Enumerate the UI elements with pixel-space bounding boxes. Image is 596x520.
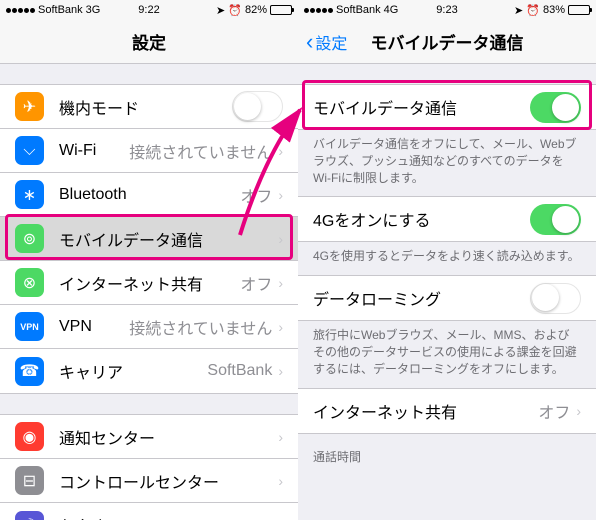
cellular-icon: ⊚ [15,224,44,253]
bluetooth-icon: ∗ [15,180,44,209]
airplane-icon: ✈ [15,92,44,121]
chevron-right-icon: › [278,187,283,203]
carrier-label: SoftBank [336,4,381,16]
time-label: 9:23 [436,4,457,16]
cellular-toggle[interactable] [530,92,581,123]
section-footer: 旅行中にWebブラウズ、メール、MMS、およびその他のデータサービスの使用による… [298,321,596,387]
row-label: 機内モード [59,95,232,119]
row-label: モバイルデータ通信 [313,95,530,119]
time-label: 9:22 [138,4,159,16]
network-label: 4G [384,4,399,16]
back-label: 設定 [315,30,347,54]
row-detail: オフ [240,271,272,295]
chevron-right-icon: › [278,275,283,291]
chevron-back-icon: ‹ [306,29,313,55]
row-detail: オフ [240,183,272,207]
carrier-label: SoftBank [38,4,83,16]
battery-pct: 83% [543,4,565,16]
battery-pct: 82% [245,4,267,16]
chevron-right-icon: › [576,403,581,419]
row-label: インターネット共有 [59,271,240,295]
page-title: 設定 [132,29,166,54]
roaming-row[interactable]: データローミング [298,276,596,320]
settings-row[interactable]: ◉ 通知センター › [0,415,298,459]
row-detail: オフ [538,399,570,423]
row-label: Wi-Fi [59,142,129,160]
settings-row[interactable]: VPNVPN接続されていません› [0,305,298,349]
settings-list: ✈機内モード⌵Wi-Fi接続されていません›∗Bluetoothオフ›⊚モバイル… [0,84,298,394]
location-icon: ➤ [514,4,523,17]
section-footer: 4Gを使用するとデータをより速く読み込めます。 [298,242,596,275]
cellular-data-row[interactable]: モバイルデータ通信 [298,85,596,129]
row-label: キャリア [59,359,207,383]
notif-icon: ◉ [15,422,44,451]
settings-screen: SoftBank 3G 9:22 ➤ ⏰ 82% 設定 ✈ 機内モード ⌵ Wi-Fi… [0,0,298,520]
chevron-right-icon: › [278,473,283,489]
roaming-toggle[interactable] [530,283,581,314]
section-hotspot: インターネット共有 オフ › [298,388,596,434]
row-label: インターネット共有 [313,399,538,423]
status-bar: SoftBank 4G 9:23 ➤ ⏰ 83% [298,0,596,20]
alarm-icon: ⏰ [526,4,540,17]
section-4g: 4Gをオンにする [298,196,596,242]
row-detail: 接続されていません [129,315,272,339]
back-button[interactable]: ‹ 設定 [306,29,347,55]
row-label: モバイルデータ通信 [59,227,272,251]
row-label: 4Gをオンにする [313,207,530,231]
chevron-right-icon: › [278,363,283,379]
settings-row[interactable]: ✈ 機内モード [0,85,298,129]
battery-icon [568,5,590,15]
chevron-right-icon: › [278,143,283,159]
alarm-icon: ⏰ [228,4,242,17]
row-label: データローミング [313,286,530,310]
chevron-right-icon: › [278,231,283,247]
section-header: 通話時間 [298,434,596,470]
4g-toggle[interactable] [530,204,581,235]
control-icon: ⊟ [15,466,44,495]
row-label: 通知センター [59,425,272,449]
row-detail: SoftBank [207,362,272,380]
vpn-icon: VPN [15,312,44,341]
settings-row[interactable]: ☽おやすみモード› [0,503,298,520]
section-roaming: データローミング [298,275,596,321]
signal-icon [6,8,35,13]
hotspot-row[interactable]: インターネット共有 オフ › [298,389,596,433]
wifi-icon: ⌵ [15,136,44,165]
toggle[interactable] [232,91,283,122]
settings-row[interactable]: ☎ キャリアSoftBank › [0,349,298,393]
chevron-right-icon: › [278,319,283,335]
settings-row[interactable]: ⌵ Wi-Fi接続されていません › [0,129,298,173]
dnd-icon: ☽ [15,511,44,520]
hotspot-icon: ⊗ [15,268,44,297]
settings-list-2: ◉通知センター›⊟コントロールセンター›☽おやすみモード› [0,414,298,520]
row-label: VPN [59,318,129,336]
settings-row[interactable]: ⊚ モバイルデータ通信 › [0,217,298,261]
enable-4g-row[interactable]: 4Gをオンにする [298,197,596,241]
battery-icon [270,5,292,15]
signal-icon [304,8,333,13]
page-title: モバイルデータ通信 [371,29,524,54]
settings-row[interactable]: ∗ Bluetoothオフ › [0,173,298,217]
location-icon: ➤ [216,4,225,17]
settings-row[interactable]: ⊗ インターネット共有オフ › [0,261,298,305]
row-detail: 接続されていません [129,139,272,163]
carrier-icon: ☎ [15,357,44,386]
section-cellular: モバイルデータ通信 [298,84,596,130]
status-bar: SoftBank 3G 9:22 ➤ ⏰ 82% [0,0,298,20]
navbar: 設定 [0,20,298,64]
chevron-right-icon: › [278,429,283,445]
settings-row[interactable]: ⊟ コントロールセンター › [0,459,298,503]
network-label: 3G [86,4,101,16]
row-label: おやすみモード [59,513,272,520]
navbar: ‹ 設定 モバイルデータ通信 [298,20,596,64]
section-footer: バイルデータ通信をオフにして、メール、Webブラウズ、プッシュ通知などのすべての… [298,130,596,196]
cellular-screen: SoftBank 4G 9:23 ➤ ⏰ 83% ‹ 設定 モバイルデータ通信 … [298,0,596,520]
row-label: コントロールセンター [59,469,272,493]
row-label: Bluetooth [59,186,240,204]
